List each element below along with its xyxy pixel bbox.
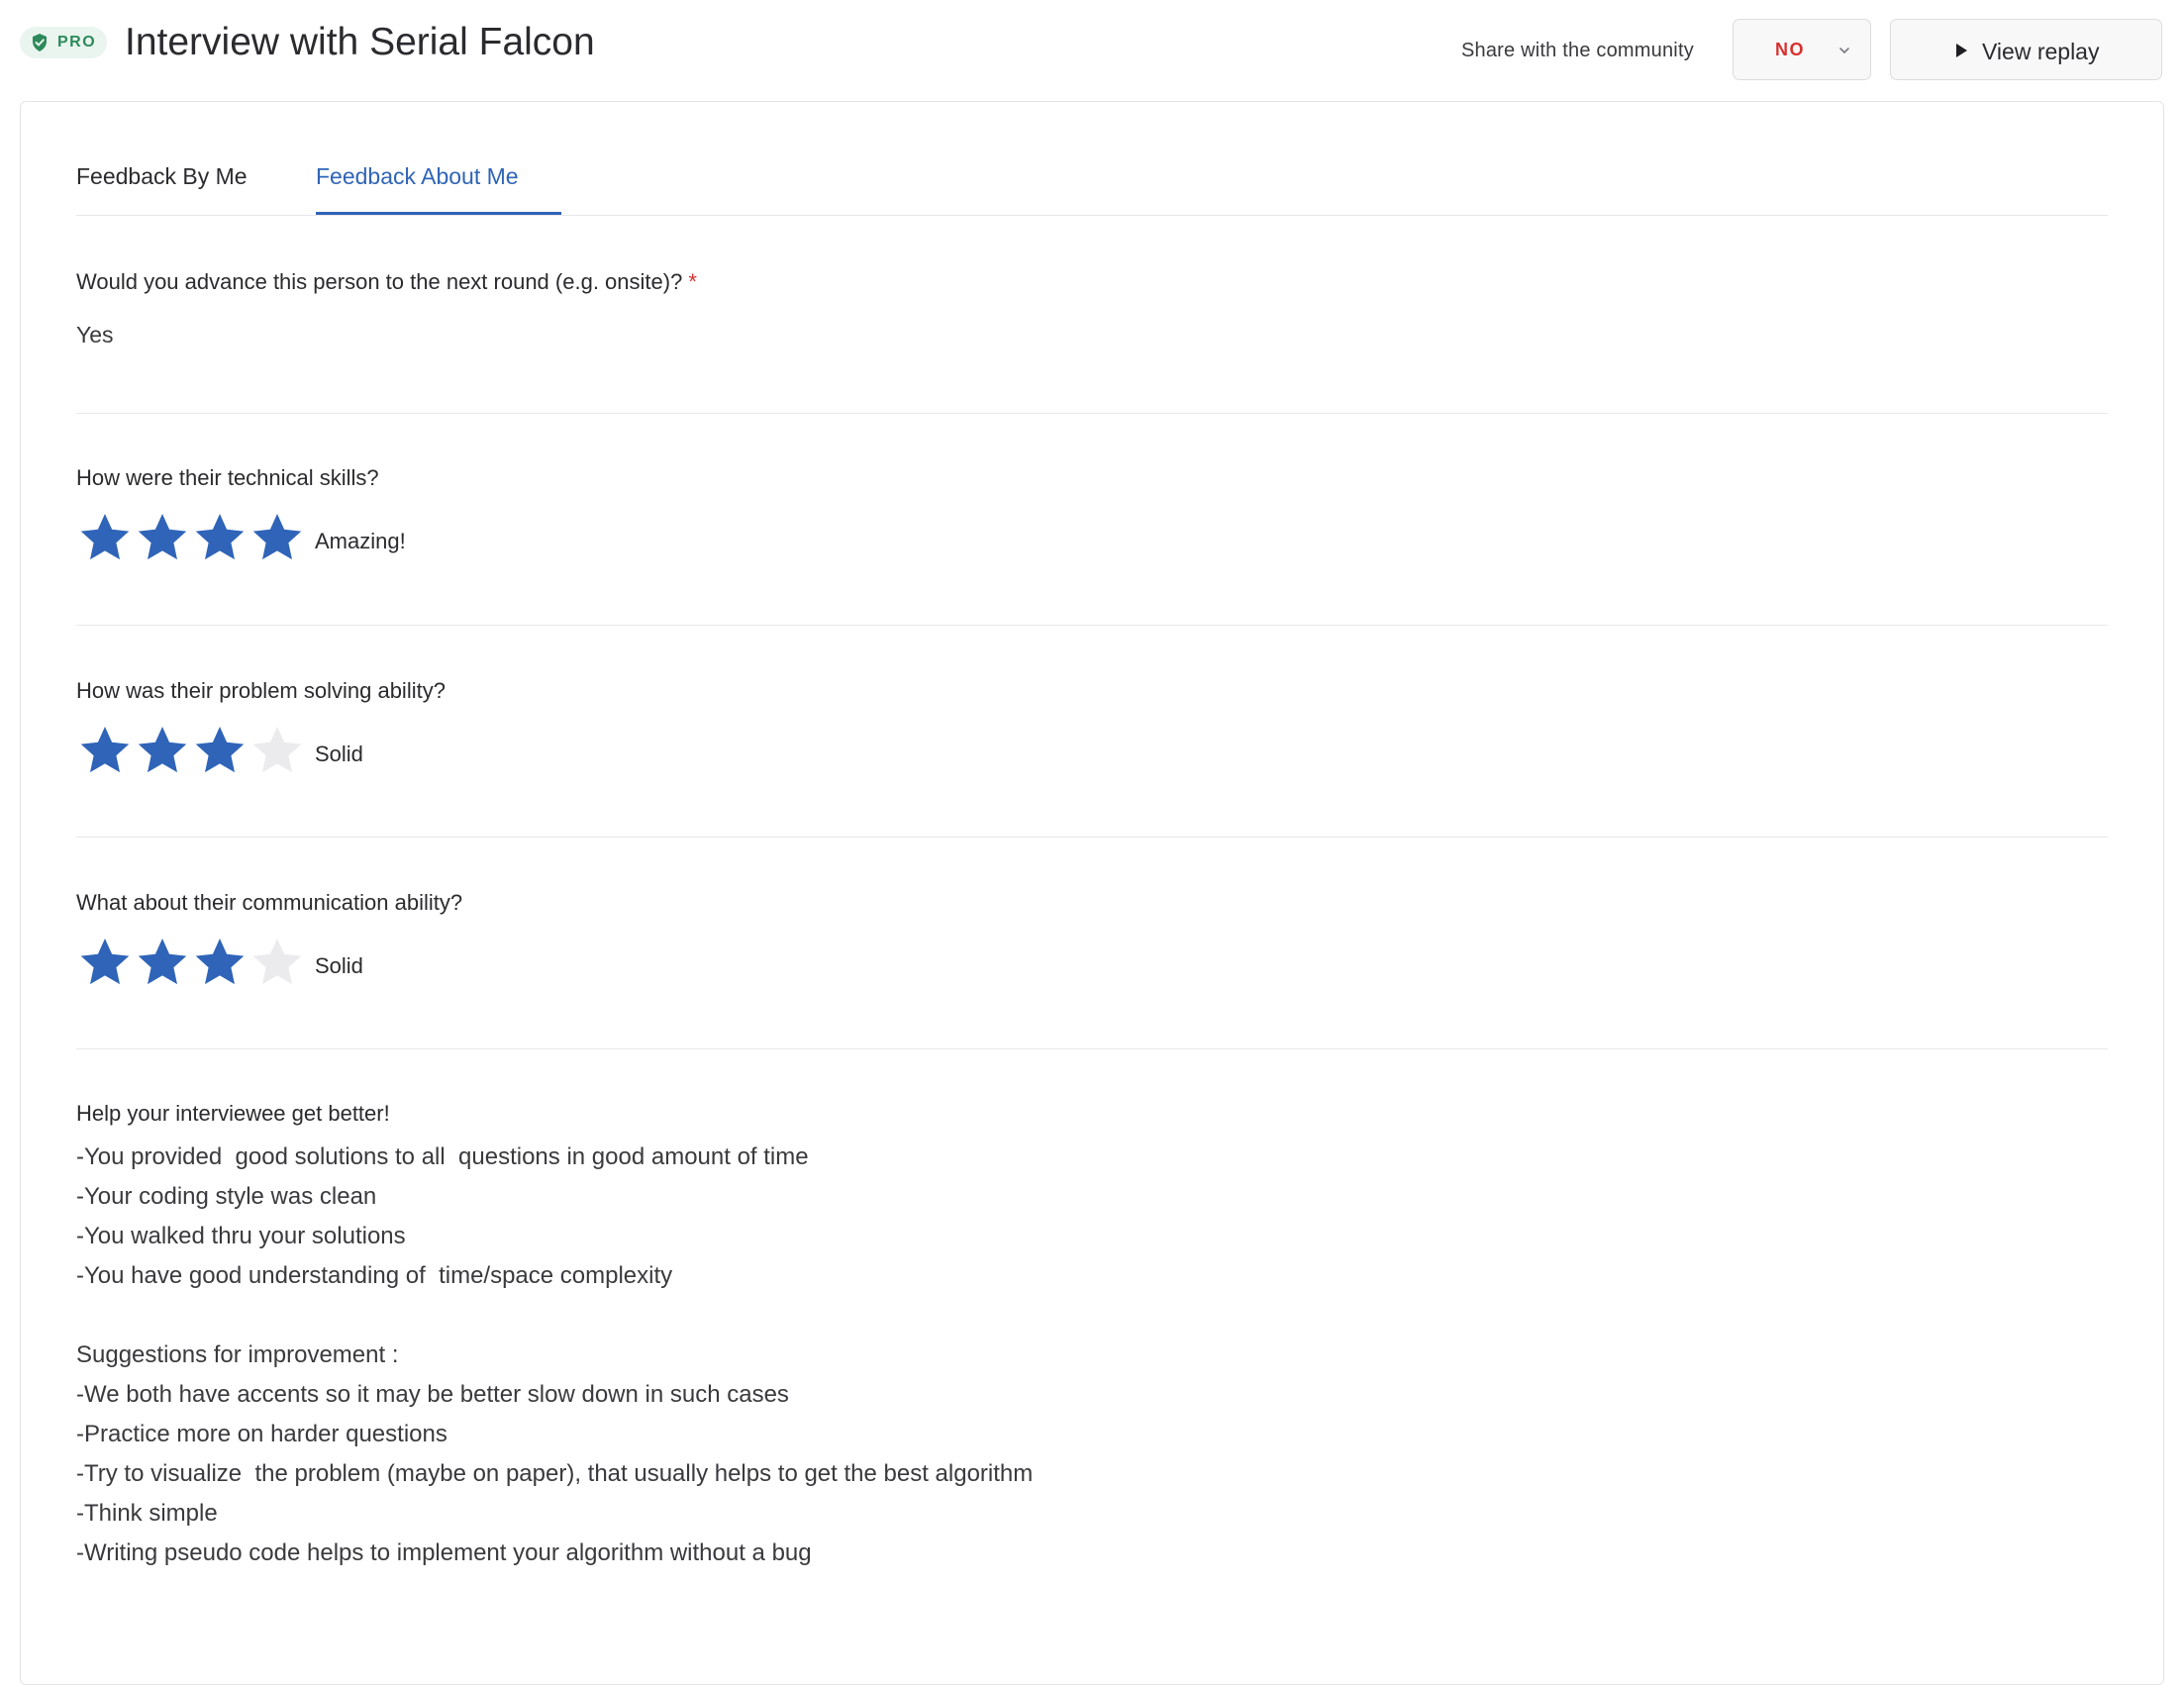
view-replay-label: View replay (1982, 39, 2100, 64)
star-filled-icon (138, 514, 187, 560)
section-divider (76, 1048, 2108, 1049)
star-filled-icon (138, 939, 187, 985)
technical-rating-label: Amazing! (315, 529, 406, 553)
note-line: -We both have accents so it may be bette… (76, 1381, 789, 1408)
feedback-notes: -You provided good solutions to all ques… (76, 1138, 2056, 1573)
advance-question: Would you advance this person to the nex… (76, 268, 697, 296)
advance-question-label: Would you advance this person to the nex… (76, 269, 683, 294)
page-header: PRO Interview with Serial Falcon Share w… (0, 0, 2184, 99)
technical-question: How were their technical skills? (76, 465, 379, 490)
tab-feedback-by-me[interactable]: Feedback By Me (76, 161, 248, 191)
section-divider (76, 837, 2108, 838)
note-line: -You walked thru your solutions (76, 1223, 406, 1249)
page-title: Interview with Serial Falcon (125, 21, 595, 63)
help-question: Help your interviewee get better! (76, 1101, 390, 1126)
view-replay-button[interactable]: View replay (1890, 19, 2162, 80)
feedback-card: Feedback By Me Feedback About Me Would y… (20, 101, 2164, 1685)
star-filled-icon (80, 514, 130, 560)
pro-badge-label: PRO (57, 34, 97, 50)
section-divider (76, 625, 2108, 626)
note-line: -Think simple (76, 1500, 218, 1527)
communication-rating-label: Solid (315, 953, 363, 978)
star-filled-icon (195, 939, 245, 985)
tab-feedback-about-me[interactable]: Feedback About Me (316, 161, 519, 191)
star-empty-icon (252, 939, 302, 985)
star-filled-icon (138, 727, 187, 773)
tabs-divider (76, 215, 2108, 216)
note-line: -Your coding style was clean (76, 1183, 377, 1210)
advance-answer: Yes (76, 322, 114, 347)
pro-badge: PRO (20, 27, 107, 58)
note-line: -Writing pseudo code helps to implement … (76, 1539, 812, 1566)
note-line: -You provided good solutions to all ques… (76, 1143, 809, 1170)
problem-solving-rating-label: Solid (315, 742, 363, 766)
star-filled-icon (195, 727, 245, 773)
chevron-down-icon (1839, 48, 1849, 53)
star-filled-icon (80, 727, 130, 773)
technical-rating (78, 512, 316, 567)
shield-check-icon (33, 34, 47, 51)
share-dropdown-value: NO (1775, 40, 1805, 59)
star-filled-icon (252, 514, 302, 560)
note-line: -Practice more on harder questions (76, 1421, 447, 1447)
problem-solving-rating (78, 725, 316, 780)
note-line: -Try to visualize the problem (maybe on … (76, 1460, 1034, 1487)
communication-question: What about their communication ability? (76, 890, 463, 915)
star-filled-icon (80, 939, 130, 985)
share-dropdown[interactable]: NO (1733, 19, 1871, 80)
star-filled-icon (195, 514, 245, 560)
star-empty-icon (252, 727, 302, 773)
note-line (76, 1296, 2056, 1336)
problem-solving-question: How was their problem solving ability? (76, 678, 446, 703)
note-line: -You have good understanding of time/spa… (76, 1262, 673, 1289)
share-label: Share with the community (1461, 40, 1694, 61)
required-marker: * (688, 269, 697, 294)
section-divider (76, 413, 2108, 414)
play-icon (1956, 44, 1967, 57)
communication-rating (78, 937, 316, 992)
note-line: Suggestions for improvement : (76, 1341, 399, 1368)
